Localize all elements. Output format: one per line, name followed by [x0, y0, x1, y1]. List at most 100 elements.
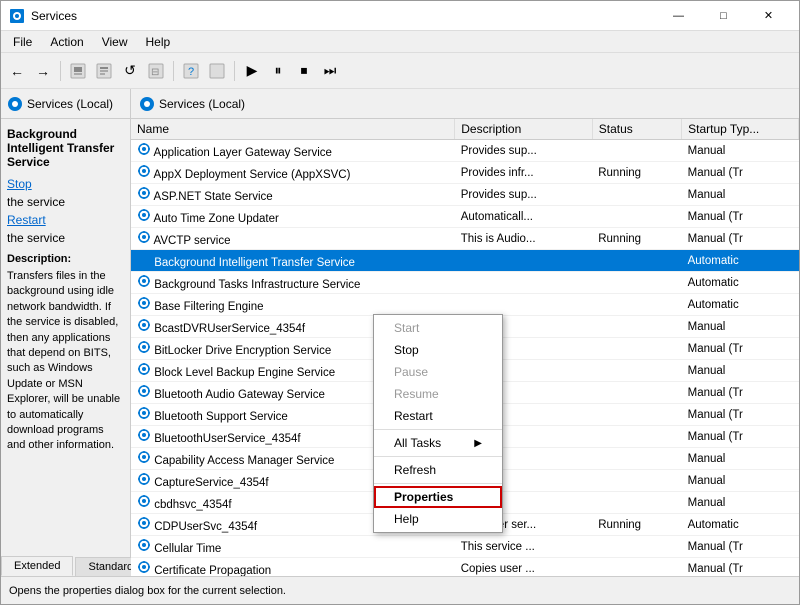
context-menu-label: Help [394, 512, 419, 526]
stop-button[interactable]: ⏹ [292, 59, 316, 83]
play-button[interactable]: ▶ [240, 59, 264, 83]
sidebar-stop-link[interactable]: Stop [7, 177, 124, 191]
svg-text:?: ? [188, 66, 194, 78]
service-startup-cell: Manual (Tr [682, 338, 799, 360]
service-status-cell [592, 338, 681, 360]
context-menu-item-start: Start [374, 317, 502, 339]
service-icon [137, 516, 151, 530]
service-name-cell: Application Layer Gateway Service [131, 140, 455, 162]
service-startup-cell: Manual (Tr [682, 382, 799, 404]
table-row[interactable]: Auto Time Zone UpdaterAutomaticall... Man… [131, 206, 799, 228]
service-status-cell [592, 448, 681, 470]
restart-button[interactable]: ⏭ [318, 59, 342, 83]
service-startup-cell: Automatic [682, 294, 799, 316]
service-desc-cell: Automaticall... [455, 206, 593, 228]
service-startup-cell: Automatic [682, 250, 799, 272]
service-name-cell: Base Filtering Engine [131, 294, 455, 316]
service-icon [137, 164, 151, 178]
status-text: Opens the properties dialog box for the … [9, 585, 286, 597]
maximize-button[interactable]: □ [701, 1, 746, 31]
service-desc-cell: Provides sup... [455, 140, 593, 162]
up-button[interactable] [66, 59, 90, 83]
service-status-cell: Running [592, 162, 681, 184]
menu-view[interactable]: View [94, 33, 136, 51]
service-startup-cell: Manual [682, 360, 799, 382]
table-row[interactable]: Cellular TimeThis service ...Manual (Tr [131, 536, 799, 558]
col-header-desc[interactable]: Description [455, 119, 593, 140]
table-header-row: Name Description Status Startup Typ... [131, 119, 799, 140]
col-header-name[interactable]: Name [131, 119, 455, 140]
tab-extended[interactable]: Extended [1, 556, 73, 576]
service-desc-cell [455, 250, 593, 272]
col-header-startup[interactable]: Startup Typ... [682, 119, 799, 140]
table-row[interactable]: Base Filtering Engine Automatic [131, 294, 799, 316]
service-desc-cell: Provides infr... [455, 162, 593, 184]
back-button[interactable]: ← [5, 59, 29, 83]
service-name-cell: Auto Time Zone Updater [131, 206, 455, 228]
tabs-bar: Extended Standard [1, 552, 130, 576]
service-icon [137, 538, 151, 552]
service-startup-cell: Manual (Tr [682, 206, 799, 228]
table-row[interactable]: AVCTP serviceThis is Audio...RunningManu… [131, 228, 799, 250]
refresh-button[interactable]: ↺ [118, 59, 142, 83]
context-menu-item-help[interactable]: Help [374, 508, 502, 530]
service-icon [137, 186, 151, 200]
context-menu-item-stop[interactable]: Stop [374, 339, 502, 361]
context-menu: StartStopPauseResumeRestartAll Tasks▶Ref… [373, 314, 503, 533]
sidebar-stop-suffix: the service [7, 195, 65, 209]
properties-button[interactable] [92, 59, 116, 83]
table-row[interactable]: ASP.NET State ServiceProvides sup...Manu… [131, 184, 799, 206]
service-startup-cell: Manual (Tr [682, 536, 799, 558]
new-button[interactable] [205, 59, 229, 83]
main-panel-icon [139, 96, 155, 112]
service-name-cell: AVCTP service [131, 228, 455, 250]
forward-button[interactable]: → [31, 59, 55, 83]
context-menu-label: Restart [394, 409, 433, 423]
service-name-cell: ASP.NET State Service [131, 184, 455, 206]
service-icon [137, 494, 151, 508]
service-startup-cell: Manual [682, 140, 799, 162]
services-table-container[interactable]: Name Description Status Startup Typ... A… [131, 119, 799, 576]
pause-button[interactable]: ⏸ [266, 59, 290, 83]
close-button[interactable]: ✕ [746, 1, 791, 31]
context-menu-item-properties[interactable]: Properties [374, 486, 502, 508]
sidebar-restart-link[interactable]: Restart [7, 213, 124, 227]
sidebar-restart-suffix: the service [7, 231, 65, 245]
context-menu-label: Stop [394, 343, 419, 357]
context-menu-item-pause: Pause [374, 361, 502, 383]
table-row[interactable]: AppX Deployment Service (AppXSVC)Provide… [131, 162, 799, 184]
context-menu-item-refresh[interactable]: Refresh [374, 459, 502, 481]
context-menu-label: Refresh [394, 463, 436, 477]
context-menu-item-all-tasks[interactable]: All Tasks▶ [374, 432, 502, 454]
menu-help[interactable]: Help [138, 33, 179, 51]
help-button[interactable]: ? [179, 59, 203, 83]
service-icon [137, 406, 151, 420]
table-row[interactable]: Background Intelligent Transfer ServiceA… [131, 250, 799, 272]
context-menu-separator [374, 429, 502, 430]
service-startup-cell: Manual (Tr [682, 162, 799, 184]
service-startup-cell: Automatic [682, 514, 799, 536]
table-row[interactable]: Certificate PropagationCopies user ...Ma… [131, 558, 799, 577]
service-name-cell: AppX Deployment Service (AppXSVC) [131, 162, 455, 184]
service-icon [137, 362, 151, 376]
menu-bar: File Action View Help [1, 31, 799, 53]
menu-action[interactable]: Action [42, 33, 91, 51]
menu-file[interactable]: File [5, 33, 40, 51]
service-icon [137, 208, 151, 222]
service-icon [137, 142, 151, 156]
service-name-cell: Cellular Time [131, 536, 455, 558]
table-row[interactable]: Application Layer Gateway ServiceProvide… [131, 140, 799, 162]
col-header-status[interactable]: Status [592, 119, 681, 140]
export-button[interactable]: ⊟ [144, 59, 168, 83]
title-bar: Services — □ ✕ [1, 1, 799, 31]
service-status-cell [592, 206, 681, 228]
service-status-cell [592, 558, 681, 577]
table-row[interactable]: Background Tasks Infrastructure ServiceA… [131, 272, 799, 294]
service-startup-cell: Manual [682, 184, 799, 206]
service-status-cell: Running [592, 514, 681, 536]
status-bar: Opens the properties dialog box for the … [1, 576, 799, 604]
context-menu-item-restart[interactable]: Restart [374, 405, 502, 427]
service-startup-cell: Manual (Tr [682, 404, 799, 426]
minimize-button[interactable]: — [656, 1, 701, 31]
service-status-cell [592, 360, 681, 382]
